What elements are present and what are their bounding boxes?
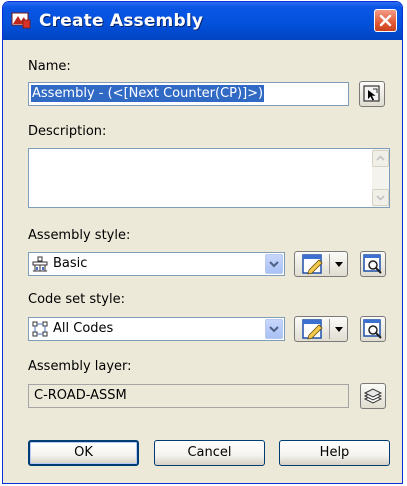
name-input-value: Assembly - (<[Next Counter(CP)]>) [31,85,265,102]
dialog-title: Create Assembly [39,11,204,31]
split-separator [329,254,330,274]
preview-magnifier-icon [363,319,382,339]
assembly-style-dropdown-button[interactable] [265,254,283,274]
preview-magnifier-icon [363,254,382,274]
close-button[interactable] [374,9,397,32]
code-set-style-dropdown-button[interactable] [265,319,283,339]
chevron-up-icon [376,155,385,161]
assembly-style-edit-menu-button[interactable] [294,251,348,277]
close-icon [379,14,392,27]
code-set-style-label: Code set style: [28,292,125,307]
edit-style-icon [302,254,323,275]
assembly-style-value: Basic [53,256,88,271]
code-set-icon [32,321,48,337]
assembly-layer-value: C-ROAD-ASSM [34,388,127,403]
name-input[interactable]: Assembly - (<[Next Counter(CP)]>) [28,82,349,106]
code-set-style-preview-button[interactable] [360,316,386,342]
code-set-style-value: All Codes [53,321,114,336]
create-assembly-dialog: Create Assembly Name: Assembly - (<[Next… [2,1,403,484]
caret-down-icon [335,327,343,332]
chevron-down-icon [269,261,279,268]
name-label: Name: [28,59,71,74]
edit-style-icon [302,319,323,340]
assembly-style-label: Assembly style: [28,228,131,243]
chevron-down-icon [269,326,279,333]
layer-stack-icon [363,388,383,404]
name-template-button[interactable] [359,81,385,107]
assembly-style-select[interactable]: Basic [28,252,285,276]
assembly-style-preview-button[interactable] [360,251,386,277]
split-separator [329,319,330,339]
assembly-style-icon [32,256,48,272]
app-icon [11,11,31,29]
chevron-down-icon [376,195,385,201]
assembly-layer-button[interactable] [360,383,386,409]
description-input[interactable] [28,148,390,208]
caret-down-icon [335,262,343,267]
assembly-layer-label: Assembly layer: [28,359,132,374]
help-button[interactable]: Help [279,440,390,466]
ok-button[interactable]: OK [28,440,139,466]
description-scrollbar[interactable] [372,149,389,207]
code-set-style-select[interactable]: All Codes [28,317,285,341]
name-template-pick-icon [363,85,380,102]
scroll-down-button[interactable] [372,189,389,206]
assembly-layer-field: C-ROAD-ASSM [28,384,349,408]
cancel-button[interactable]: Cancel [154,440,265,466]
scroll-up-button[interactable] [372,150,389,167]
code-set-style-edit-menu-button[interactable] [294,316,348,342]
description-label: Description: [28,124,107,139]
title-bar[interactable]: Create Assembly [3,2,402,40]
